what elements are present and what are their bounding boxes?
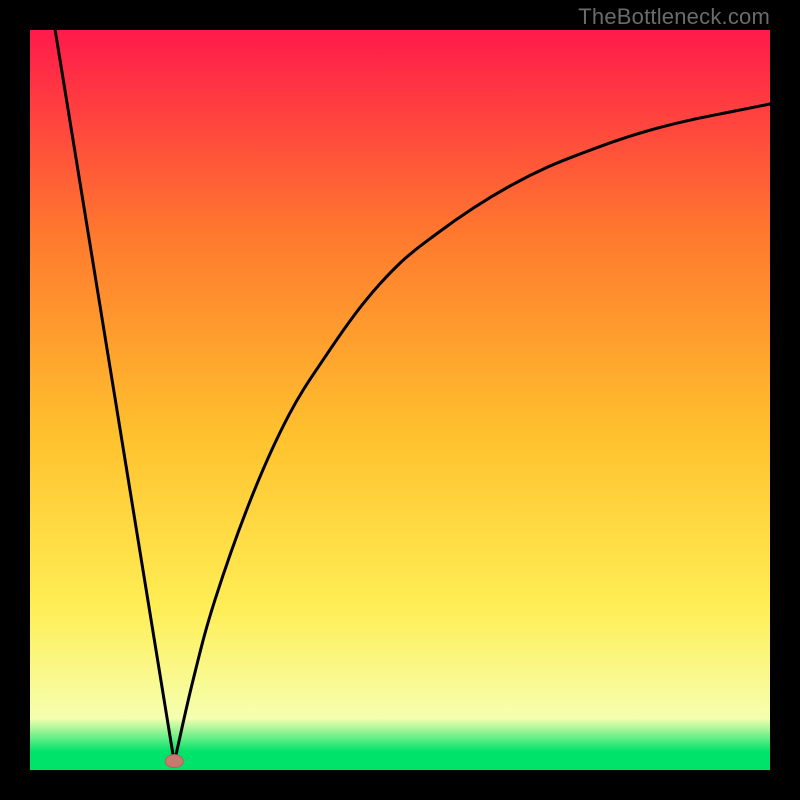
plot-area [30,30,770,770]
chart-frame: TheBottleneck.com [0,0,800,800]
optimum-marker [165,755,183,768]
bottleneck-chart [30,30,770,770]
attribution-label: TheBottleneck.com [578,4,770,30]
gradient-background [30,30,770,770]
